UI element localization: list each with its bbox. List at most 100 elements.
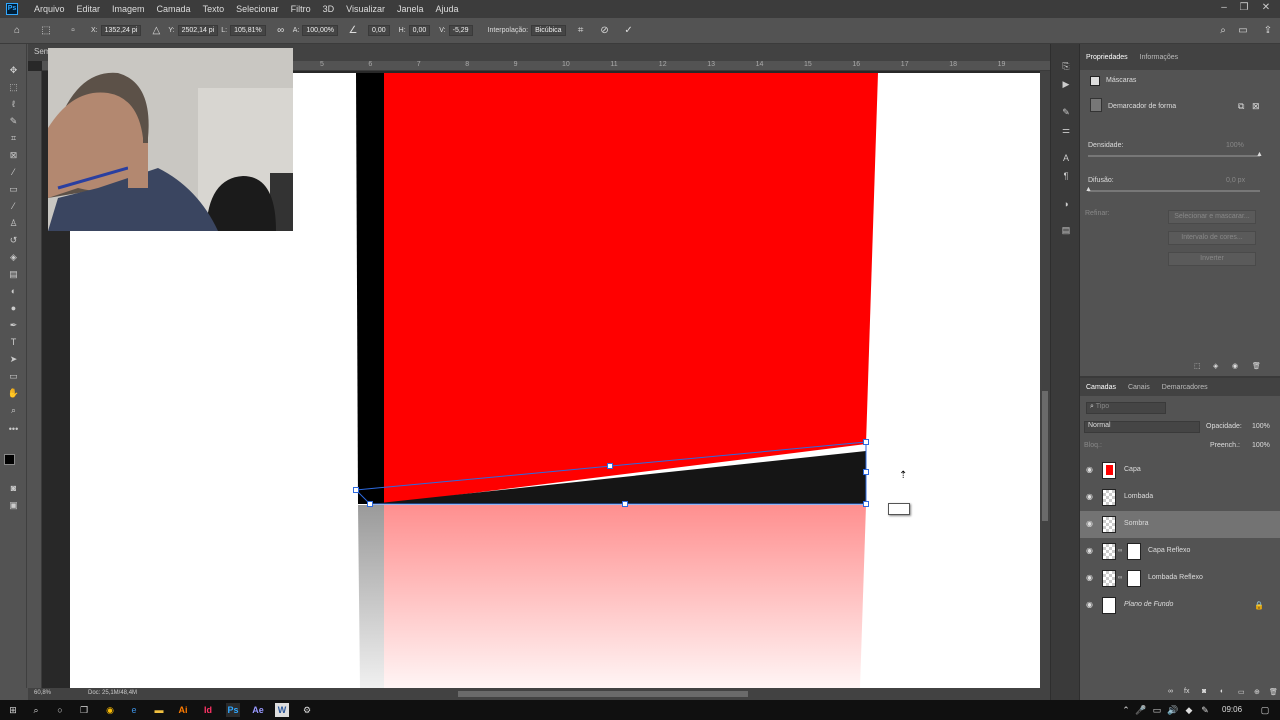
delete-mask-icon[interactable]: 🗑 [1252,362,1261,370]
minimize-icon[interactable]: – [1218,2,1230,14]
chrome-icon[interactable]: ◉ [103,703,117,717]
visibility-icon[interactable]: ◉ [1232,362,1238,370]
workspace-icon[interactable]: ▭ [1236,24,1250,38]
y-position-field[interactable]: 2502,14 pi [177,25,219,36]
menu-ajuda[interactable]: Ajuda [430,4,465,14]
dodge-tool-icon[interactable]: ● [7,302,20,315]
layer-row-lombada-reflexo[interactable]: ◉ ∞ Lombada Reflexo [1080,565,1280,592]
menu-selecionar[interactable]: Selecionar [230,4,285,14]
close-icon[interactable]: ✕ [1260,2,1272,14]
color-icon[interactable]: ◑ [1060,198,1072,210]
menu-camada[interactable]: Camada [151,4,197,14]
hand-tool-icon[interactable]: ✋ [7,387,20,400]
transform-tool-icon[interactable]: ⬚ [39,24,53,38]
invert-button[interactable]: Inverter [1168,252,1256,266]
reference-point-icon[interactable]: ▫ [66,24,80,38]
stamp-tool-icon[interactable]: ♙ [7,217,20,230]
brush-settings-icon[interactable]: ✎ [1060,106,1072,118]
type-tool-icon[interactable]: T [7,336,20,349]
menu-texto[interactable]: Texto [197,4,231,14]
search-icon[interactable]: ⌕ [1216,24,1230,38]
character-icon[interactable]: A [1060,152,1072,164]
quick-mask-icon[interactable]: ◙ [7,482,20,495]
path-select-tool-icon[interactable]: ➤ [7,353,20,366]
x-position-field[interactable]: 1352,24 pi [100,25,142,36]
commit-transform-icon[interactable]: ✓ [622,24,636,38]
eye-icon[interactable]: ◉ [1086,520,1094,528]
add-layer-mask-icon[interactable]: ◙ [1202,688,1206,695]
transform-handle-top-right[interactable] [863,439,869,445]
menu-filtro[interactable]: Filtro [285,4,317,14]
feather-value[interactable]: 0,0 px [1226,177,1245,184]
quick-select-tool-icon[interactable]: ✎ [7,115,20,128]
tab-informacoes[interactable]: Informações [1134,54,1185,61]
opacity-value[interactable]: 100% [1252,423,1270,430]
app-icon[interactable]: ⚙ [300,703,314,717]
microphone-icon[interactable]: 🎤 [1134,703,1148,717]
history-icon[interactable]: ⎘ [1060,60,1072,72]
load-selection-icon[interactable]: ⬚ [1194,362,1201,370]
tray-arrow-icon[interactable]: ⌃ [1119,703,1133,717]
eye-icon[interactable]: ◉ [1086,466,1094,474]
gradient-tool-icon[interactable]: ▤ [7,268,20,281]
blur-tool-icon[interactable]: ◐ [7,285,20,298]
add-mask-icon[interactable]: ⧉ [1238,101,1244,112]
density-slider[interactable] [1088,155,1260,157]
volume-icon[interactable]: 🔊 [1166,703,1180,717]
link-layers-icon[interactable]: ∞ [1168,688,1173,695]
more-tools-icon[interactable]: ••• [7,423,20,436]
new-group-icon[interactable]: ▭ [1238,688,1245,696]
paragraph-icon[interactable]: ¶ [1060,170,1072,182]
vector-mask-icon[interactable]: ⊠ [1252,101,1260,112]
home-icon[interactable]: ⌂ [10,24,24,38]
zoom-tool-icon[interactable]: ⌕ [7,404,20,417]
tab-camadas[interactable]: Camadas [1080,384,1122,391]
file-explorer-icon[interactable]: ▬ [152,703,166,717]
layer-row-plano-de-fundo[interactable]: ◉ Plano de Fundo 🔒 [1080,592,1280,619]
illustrator-icon[interactable]: Ai [176,703,190,717]
horizontal-scroll-thumb[interactable] [458,691,748,697]
vskew-field[interactable]: -5,29 [448,25,473,36]
eye-icon[interactable]: ◉ [1086,601,1094,609]
transform-handle-top[interactable] [607,463,613,469]
color-range-button[interactable]: Intervalo de cores... [1168,231,1256,245]
feather-slider-thumb[interactable]: ▲ [1085,186,1092,193]
zoom-level[interactable]: 60,8% [34,690,51,696]
tab-propriedades[interactable]: Propriedades [1080,54,1134,61]
fill-value[interactable]: 100% [1252,442,1270,449]
transform-handle-top-left[interactable] [353,487,359,493]
brush-tool-icon[interactable]: ⁄ [7,200,20,213]
menu-3d[interactable]: 3D [317,4,341,14]
delete-layer-icon[interactable]: 🗑 [1269,688,1278,696]
lasso-tool-icon[interactable]: ℓ [7,98,20,111]
eraser-tool-icon[interactable]: ◈ [7,251,20,264]
warp-icon[interactable]: ⌗ [574,24,588,38]
history-brush-tool-icon[interactable]: ↺ [7,234,20,247]
density-slider-thumb[interactable]: ▲ [1256,151,1263,158]
width-field[interactable]: 105,81% [230,25,266,36]
feather-slider[interactable] [1088,190,1260,192]
transform-handle-bottom-right[interactable] [863,501,869,507]
frame-tool-icon[interactable]: ⊠ [7,149,20,162]
after-effects-icon[interactable]: Ae [251,703,265,717]
vertical-scroll-thumb[interactable] [1042,391,1048,521]
windows-start-icon[interactable]: ⊞ [6,703,20,717]
cortana-icon[interactable]: ○ [53,703,67,717]
menu-janela[interactable]: Janela [391,4,430,14]
indesign-icon[interactable]: Id [201,703,215,717]
hskew-field[interactable]: 0,00 [408,25,431,36]
pen-tool-icon[interactable]: ✒ [7,319,20,332]
layer-filter-field[interactable]: ⌕ Tipo [1086,402,1166,414]
foreground-color-swatch[interactable] [4,454,15,465]
menu-visualizar[interactable]: Visualizar [340,4,391,14]
apply-mask-icon[interactable]: ◈ [1213,362,1218,370]
restore-icon[interactable]: ❐ [1238,2,1250,14]
transform-handle-bottom[interactable] [622,501,628,507]
screen-mode-icon[interactable]: ▣ [7,499,20,512]
notifications-icon[interactable]: ▢ [1258,703,1272,717]
interpolation-select[interactable]: Bicúbica [531,25,566,36]
menu-imagem[interactable]: Imagem [106,4,151,14]
language-icon[interactable]: ✎ [1198,703,1212,717]
eye-icon[interactable]: ◉ [1086,574,1094,582]
height-field[interactable]: 100,00% [302,25,339,36]
